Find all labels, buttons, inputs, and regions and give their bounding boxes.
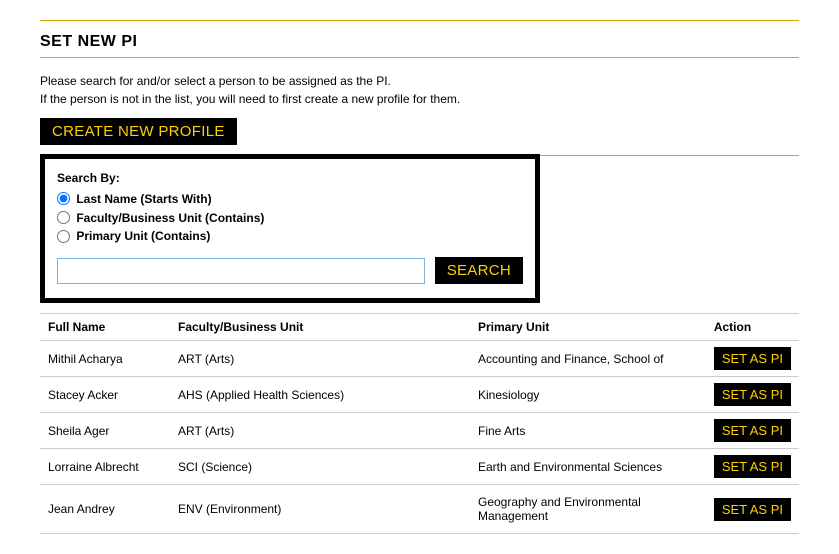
table-row: Mithil AcharyaART (Arts)Accounting and F…	[40, 341, 799, 377]
cell-action: SET AS PI	[706, 341, 799, 377]
search-button[interactable]: SEARCH	[435, 257, 523, 284]
header-faculty: Faculty/Business Unit	[170, 314, 470, 341]
search-option-faculty[interactable]: Faculty/Business Unit (Contains)	[57, 210, 523, 225]
cell-faculty: ART (Arts)	[170, 413, 470, 449]
instructions-line1: Please search for and/or select a person…	[40, 74, 391, 88]
search-panel: Search By: Last Name (Starts With) Facul…	[40, 154, 540, 303]
table-row: Sheila AgerART (Arts)Fine Arts SET AS PI	[40, 413, 799, 449]
search-option-lastname[interactable]: Last Name (Starts With)	[57, 191, 523, 206]
cell-fullname: Sheila Ager	[40, 413, 170, 449]
search-radio-faculty-label: Faculty/Business Unit (Contains)	[76, 211, 264, 225]
results-header-row: Full Name Faculty/Business Unit Primary …	[40, 314, 799, 341]
results-body: Mithil AcharyaART (Arts)Accounting and F…	[40, 341, 799, 534]
header-primary: Primary Unit	[470, 314, 706, 341]
table-row: Jean AndreyENV (Environment)Geography an…	[40, 485, 799, 534]
search-radio-lastname-label: Last Name (Starts With)	[76, 192, 211, 206]
cell-fullname: Jean Andrey	[40, 485, 170, 534]
instructions: Please search for and/or select a person…	[40, 72, 799, 108]
section-divider-top	[40, 20, 799, 21]
header-action: Action	[706, 314, 799, 341]
search-by-label: Search By:	[57, 171, 523, 185]
cell-fullname: Mithil Acharya	[40, 341, 170, 377]
cell-action: SET AS PI	[706, 449, 799, 485]
page-title: SET NEW PI	[40, 33, 799, 51]
instructions-line2: If the person is not in the list, you wi…	[40, 92, 460, 106]
cell-primary: Kinesiology	[470, 377, 706, 413]
cell-action: SET AS PI	[706, 377, 799, 413]
cell-primary: Accounting and Finance, School of	[470, 341, 706, 377]
search-radio-lastname[interactable]	[57, 192, 70, 205]
cell-action: SET AS PI	[706, 485, 799, 534]
table-row: Stacey AckerAHS (Applied Health Sciences…	[40, 377, 799, 413]
search-option-primary[interactable]: Primary Unit (Contains)	[57, 229, 523, 244]
set-as-pi-button[interactable]: SET AS PI	[714, 419, 791, 442]
set-as-pi-button[interactable]: SET AS PI	[714, 455, 791, 478]
cell-fullname: Stacey Acker	[40, 377, 170, 413]
set-as-pi-button[interactable]: SET AS PI	[714, 383, 791, 406]
cell-fullname: Lorraine Albrecht	[40, 449, 170, 485]
table-row: Lorraine AlbrechtSCI (Science)Earth and …	[40, 449, 799, 485]
search-radio-primary[interactable]	[57, 230, 70, 243]
cell-faculty: ART (Arts)	[170, 341, 470, 377]
cell-faculty: SCI (Science)	[170, 449, 470, 485]
set-as-pi-button[interactable]: SET AS PI	[714, 347, 791, 370]
search-radio-faculty[interactable]	[57, 211, 70, 224]
search-input[interactable]	[57, 258, 425, 284]
cell-primary: Earth and Environmental Sciences	[470, 449, 706, 485]
set-as-pi-button[interactable]: SET AS PI	[714, 498, 791, 521]
cell-faculty: AHS (Applied Health Sciences)	[170, 377, 470, 413]
cell-primary: Geography and Environmental Management	[470, 485, 706, 534]
section-divider-bottom	[40, 57, 799, 58]
results-table: Full Name Faculty/Business Unit Primary …	[40, 313, 799, 534]
cell-faculty: ENV (Environment)	[170, 485, 470, 534]
search-radio-primary-label: Primary Unit (Contains)	[76, 229, 210, 243]
header-fullname: Full Name	[40, 314, 170, 341]
cell-action: SET AS PI	[706, 413, 799, 449]
cell-primary: Fine Arts	[470, 413, 706, 449]
create-new-profile-button[interactable]: CREATE NEW PROFILE	[40, 118, 237, 145]
